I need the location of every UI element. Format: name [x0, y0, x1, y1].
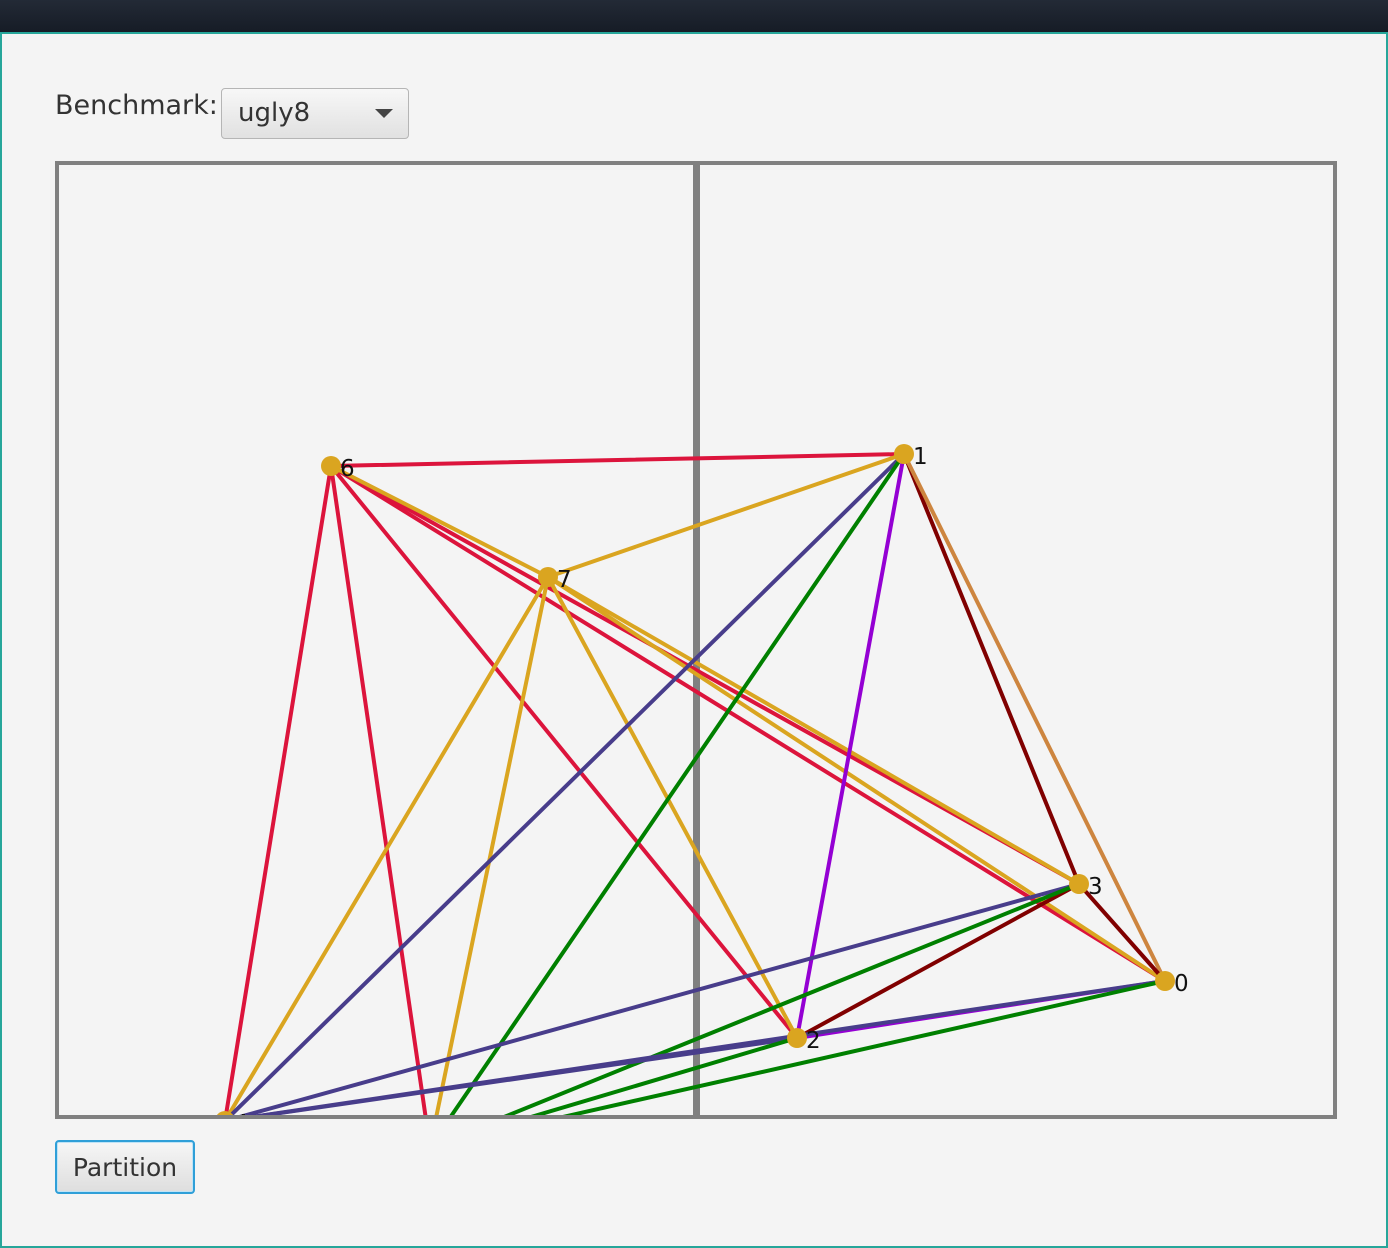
graph-edge-3-5 — [503, 882, 1081, 1115]
window-title-bar — [0, 0, 1388, 32]
graph-canvas: 01234567 — [55, 161, 1337, 1119]
graph-node-label-3: 3 — [1088, 874, 1103, 900]
graph-edge-7-3 — [546, 575, 1081, 886]
graph-edge-6-4 — [223, 464, 333, 1115]
graph-node-2[interactable] — [787, 1028, 807, 1048]
graph-node-label-1: 1 — [913, 444, 928, 470]
graph-node-label-7: 7 — [557, 567, 572, 593]
benchmark-dropdown[interactable]: ugly8 — [221, 88, 409, 139]
chevron-down-icon — [375, 109, 393, 118]
graph-edge-6-7 — [329, 464, 550, 579]
graph-node-label-4: 4 — [234, 1111, 249, 1115]
graph-edge-0-4 — [251, 979, 1167, 1115]
graph-node-3[interactable] — [1069, 874, 1089, 894]
benchmark-label: Benchmark: — [55, 90, 218, 121]
graph-edge-7-1 — [546, 452, 906, 579]
graph-node-1[interactable] — [894, 444, 914, 464]
graph-node-label-6: 6 — [340, 456, 355, 482]
graph-node-label-0: 0 — [1174, 971, 1189, 997]
graph-edge-6-5 — [329, 464, 428, 1115]
graph-node-0[interactable] — [1155, 971, 1175, 991]
graph-node-label-2: 2 — [806, 1028, 821, 1054]
graph-node-7[interactable] — [538, 567, 558, 587]
graph-edge-1-3 — [902, 452, 1081, 886]
benchmark-selected-value: ugly8 — [238, 98, 311, 128]
app-window: Benchmark: ugly8 01234567 Partition — [0, 32, 1388, 1248]
graph-edge-6-1 — [329, 452, 906, 468]
partition-button[interactable]: Partition — [55, 1140, 195, 1194]
graph-edge-7-0 — [546, 575, 1167, 983]
graph-node-6[interactable] — [321, 456, 341, 476]
graph-edge-0-5 — [562, 979, 1167, 1115]
graph-edge-7-2 — [546, 575, 799, 1040]
graph-svg: 01234567 — [217, 444, 1189, 1115]
graph-edge-7-4 — [226, 575, 550, 1115]
